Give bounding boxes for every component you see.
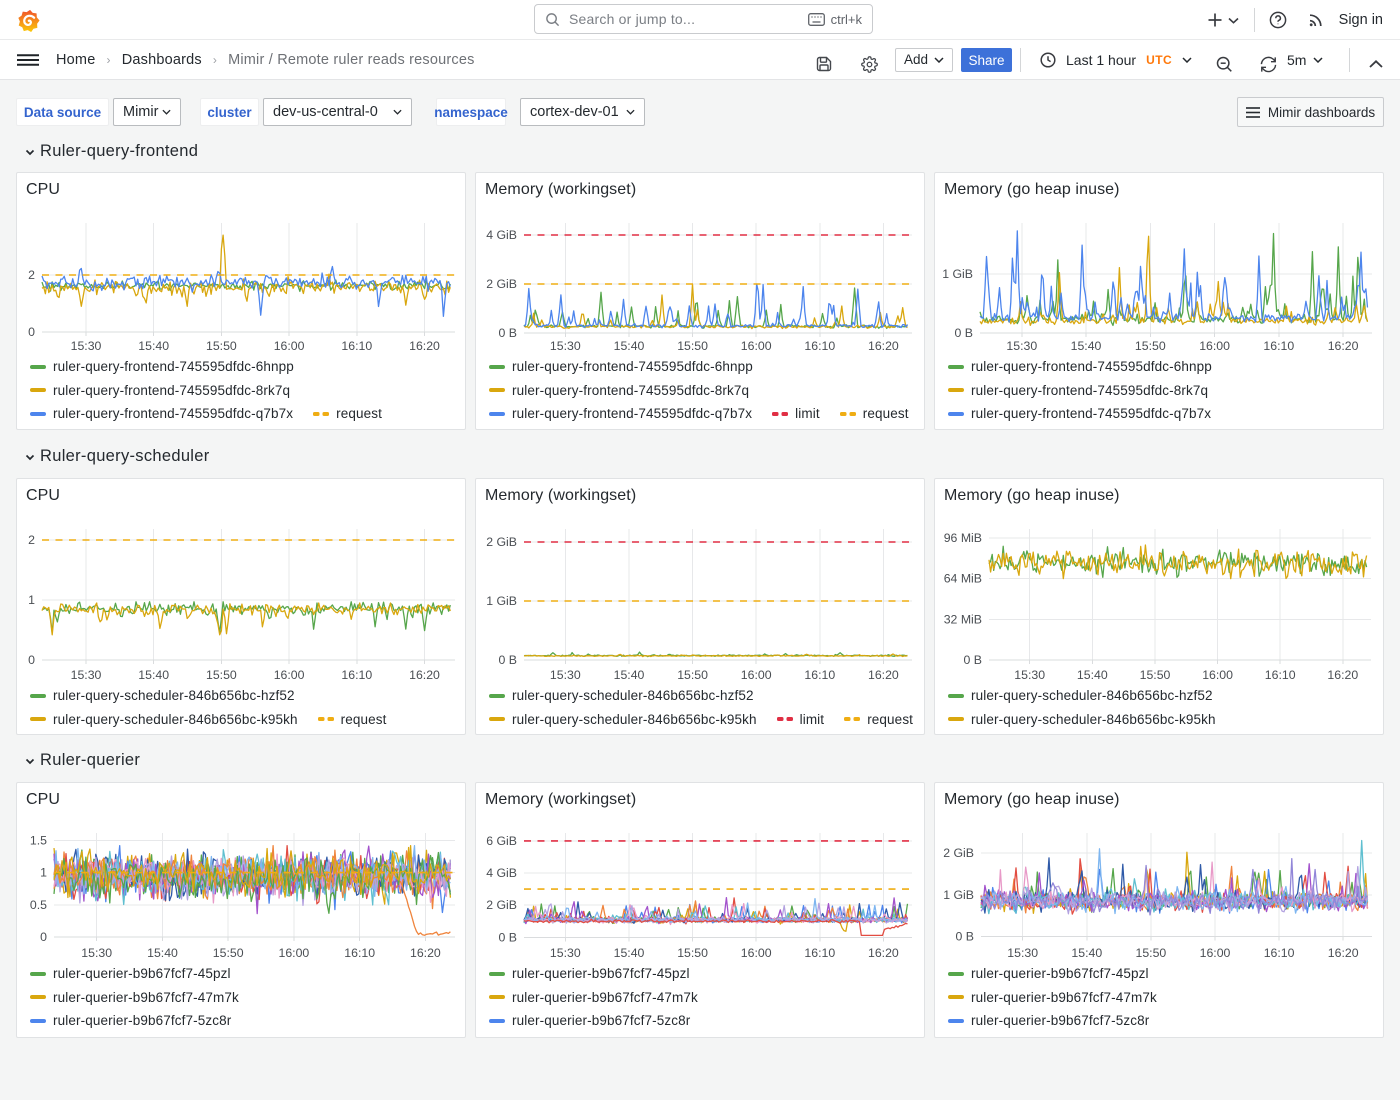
svg-text:15:30: 15:30 [1014, 668, 1045, 682]
svg-text:4 GiB: 4 GiB [486, 228, 517, 242]
svg-text:16:00: 16:00 [741, 668, 772, 682]
svg-text:15:50: 15:50 [213, 946, 244, 960]
svg-text:0 B: 0 B [499, 653, 517, 667]
svg-text:15:50: 15:50 [677, 668, 708, 682]
svg-text:15:30: 15:30 [550, 946, 581, 960]
svg-text:0: 0 [28, 653, 35, 667]
svg-text:15:50: 15:50 [677, 339, 708, 353]
svg-text:15:30: 15:30 [71, 668, 102, 682]
svg-text:0 B: 0 B [499, 930, 517, 944]
svg-text:15:30: 15:30 [81, 946, 112, 960]
svg-text:16:20: 16:20 [868, 339, 899, 353]
svg-text:96 MiB: 96 MiB [944, 531, 982, 545]
svg-text:15:50: 15:50 [677, 946, 708, 960]
svg-text:16:20: 16:20 [409, 339, 440, 353]
svg-text:15:50: 15:50 [1140, 668, 1171, 682]
svg-text:16:10: 16:10 [1263, 339, 1294, 353]
svg-text:2 GiB: 2 GiB [486, 277, 517, 291]
svg-text:16:10: 16:10 [341, 668, 372, 682]
svg-text:15:40: 15:40 [614, 668, 645, 682]
svg-text:0 B: 0 B [955, 326, 973, 340]
svg-text:15:40: 15:40 [147, 946, 178, 960]
svg-text:16:00: 16:00 [1199, 339, 1230, 353]
svg-text:16:10: 16:10 [1265, 668, 1296, 682]
svg-text:1 GiB: 1 GiB [942, 267, 973, 281]
svg-text:0.5: 0.5 [30, 898, 47, 912]
svg-text:16:20: 16:20 [410, 946, 441, 960]
svg-text:0: 0 [28, 325, 35, 339]
svg-text:1.5: 1.5 [30, 834, 47, 848]
svg-text:15:40: 15:40 [1077, 668, 1108, 682]
svg-text:15:40: 15:40 [614, 339, 645, 353]
svg-text:0: 0 [40, 930, 47, 944]
svg-text:15:30: 15:30 [550, 339, 581, 353]
svg-text:1: 1 [40, 866, 47, 880]
svg-text:15:50: 15:50 [1135, 339, 1166, 353]
svg-text:16:00: 16:00 [274, 339, 305, 353]
svg-text:1 GiB: 1 GiB [943, 888, 974, 902]
svg-text:15:30: 15:30 [71, 339, 102, 353]
svg-text:16:20: 16:20 [409, 668, 440, 682]
svg-text:4 GiB: 4 GiB [486, 866, 517, 880]
svg-text:1 GiB: 1 GiB [486, 594, 517, 608]
svg-text:64 MiB: 64 MiB [944, 572, 982, 586]
svg-text:16:20: 16:20 [1328, 946, 1359, 960]
svg-text:1: 1 [28, 593, 35, 607]
svg-text:15:50: 15:50 [1136, 946, 1167, 960]
svg-text:15:30: 15:30 [1006, 339, 1037, 353]
svg-text:15:40: 15:40 [138, 339, 169, 353]
svg-text:32 MiB: 32 MiB [944, 612, 982, 626]
svg-text:15:30: 15:30 [550, 668, 581, 682]
svg-text:16:20: 16:20 [1327, 668, 1358, 682]
svg-text:0 B: 0 B [964, 653, 982, 667]
svg-text:16:10: 16:10 [344, 946, 375, 960]
svg-text:0 B: 0 B [956, 930, 974, 944]
svg-text:16:00: 16:00 [741, 946, 772, 960]
svg-text:15:50: 15:50 [206, 668, 237, 682]
svg-text:0 B: 0 B [499, 326, 517, 340]
svg-text:15:30: 15:30 [1007, 946, 1038, 960]
svg-text:16:10: 16:10 [804, 946, 835, 960]
svg-text:2 GiB: 2 GiB [943, 846, 974, 860]
svg-text:16:00: 16:00 [279, 946, 310, 960]
svg-text:16:10: 16:10 [341, 339, 372, 353]
svg-text:15:50: 15:50 [206, 339, 237, 353]
svg-text:2: 2 [28, 533, 35, 547]
svg-text:16:20: 16:20 [868, 668, 899, 682]
svg-text:16:10: 16:10 [804, 339, 835, 353]
svg-text:16:00: 16:00 [1200, 946, 1231, 960]
svg-text:15:40: 15:40 [614, 946, 645, 960]
svg-text:2 GiB: 2 GiB [486, 898, 517, 912]
svg-text:16:20: 16:20 [868, 946, 899, 960]
svg-text:16:10: 16:10 [804, 668, 835, 682]
svg-text:2: 2 [28, 268, 35, 282]
svg-text:16:10: 16:10 [1264, 946, 1295, 960]
svg-text:16:00: 16:00 [1202, 668, 1233, 682]
svg-text:16:00: 16:00 [741, 339, 772, 353]
svg-text:6 GiB: 6 GiB [486, 834, 517, 848]
svg-text:15:40: 15:40 [138, 668, 169, 682]
svg-text:16:00: 16:00 [274, 668, 305, 682]
svg-text:15:40: 15:40 [1071, 946, 1102, 960]
svg-text:2 GiB: 2 GiB [486, 535, 517, 549]
svg-text:15:40: 15:40 [1071, 339, 1102, 353]
svg-text:16:20: 16:20 [1328, 339, 1359, 353]
